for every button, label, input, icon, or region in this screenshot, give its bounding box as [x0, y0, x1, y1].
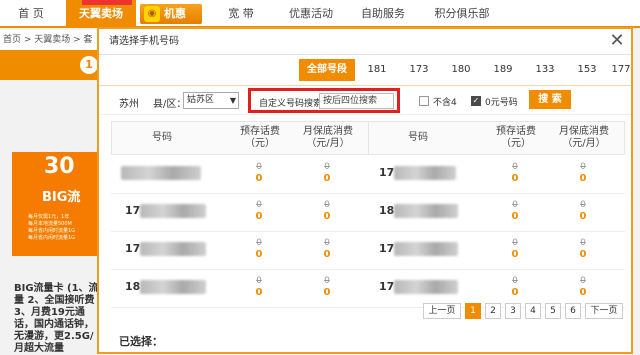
- prestore-left: 00: [255, 162, 263, 184]
- zero-yuan-label: 0元号码: [485, 98, 518, 108]
- minfee-left: 00: [323, 162, 331, 184]
- col-minfee-1: 月保底消费 （元/月）: [303, 126, 353, 149]
- promo-banner[interactable]: 30 BIG流 每月仅需1元，1年 每月本地流量500M 每月省内闲时流量1G …: [12, 152, 98, 256]
- pagination: 上一页 1 2 3 4 5 6 下一页: [99, 303, 631, 321]
- minfee-right: 00: [579, 200, 587, 222]
- tab-133[interactable]: 133: [527, 59, 563, 81]
- minfee-right: 00: [579, 276, 587, 298]
- page-5-button[interactable]: 5: [545, 303, 561, 319]
- minfee-left: 00: [323, 238, 331, 260]
- page-3-button[interactable]: 3: [505, 303, 521, 319]
- table-header: 号码 预存话费 （元） 月保底消费 （元/月） 号码 预存话费 （元） 月保底消…: [111, 121, 625, 155]
- step-band: 1: [0, 50, 100, 80]
- page-1-button[interactable]: 1: [465, 303, 481, 319]
- custom-search-box: 自定义号码搜索： 按后四位搜索: [248, 88, 400, 113]
- tab-181[interactable]: 181: [359, 59, 395, 81]
- top-nav: 首 页 天翼卖场 ◉ 机惠 宽 带 优惠活动 自助服务 积分俱乐部: [0, 0, 640, 28]
- prestore-right: 00: [511, 200, 519, 222]
- prestore-left: 00: [255, 238, 263, 260]
- table-row: 17 00 00 18 00 00: [111, 194, 625, 232]
- tab-177[interactable]: 177: [611, 59, 631, 81]
- phone-number-left[interactable]: 17: [125, 200, 207, 222]
- minfee-right: 00: [579, 162, 587, 184]
- wifi-icon: ◉: [144, 6, 160, 22]
- tab-all[interactable]: 全部号段: [299, 59, 355, 81]
- phone-number-left[interactable]: [121, 162, 201, 184]
- promo-banner-mid: BIG流: [42, 190, 81, 205]
- zero-yuan-checkbox[interactable]: ✓: [471, 96, 481, 106]
- breadcrumb: 首页 > 天翼卖场 > 套餐: [0, 30, 100, 65]
- tab-189[interactable]: 189: [485, 59, 521, 81]
- tab-173[interactable]: 173: [401, 59, 437, 81]
- selected-label: 已选择：: [119, 335, 163, 348]
- city-label: 苏州: [119, 99, 139, 110]
- district-select[interactable]: 姑苏区 ▼: [183, 92, 239, 109]
- prestore-right: 00: [511, 276, 519, 298]
- next-page-button[interactable]: 下一页: [585, 303, 623, 319]
- table-row: 17 00 00 17 00 00: [111, 232, 625, 270]
- nav-home[interactable]: 首 页: [8, 0, 54, 28]
- table-row: 00 00 17 00 00: [111, 156, 625, 194]
- col-minfee-2: 月保底消费 （元/月）: [559, 126, 609, 149]
- phone-number-left[interactable]: 17: [125, 238, 207, 260]
- phone-number-right[interactable]: 17: [379, 162, 457, 184]
- prev-page-button[interactable]: 上一页: [423, 303, 461, 319]
- nav-hot-badge: [82, 0, 132, 5]
- district-label: 县/区：: [153, 99, 187, 110]
- nav-points-club[interactable]: 积分俱乐部: [424, 0, 500, 28]
- chevron-down-icon: ▼: [229, 96, 236, 105]
- minfee-left: 00: [323, 200, 331, 222]
- promo-banner-big: 30: [44, 154, 75, 179]
- nav-broadband[interactable]: 宽 带: [216, 0, 266, 28]
- modal-title: 请选择手机号码: [99, 29, 631, 55]
- nav-self-service[interactable]: 自助服务: [352, 0, 414, 28]
- prestore-left: 00: [255, 276, 263, 298]
- promo-description: BIG流量卡 (1、流量 2、全国接听费 3、月费19元通话，国内通话钟，无漫游…: [14, 283, 99, 354]
- masked-number: [394, 204, 459, 218]
- page-6-button[interactable]: 6: [565, 303, 581, 319]
- prestore-left: 00: [255, 200, 263, 222]
- phone-number-right[interactable]: 17: [379, 276, 459, 298]
- nav-promotions[interactable]: 优惠活动: [280, 0, 342, 28]
- minfee-right: 00: [579, 238, 587, 260]
- jihui-logo[interactable]: ◉ 机惠: [140, 4, 202, 24]
- masked-number: [394, 280, 459, 294]
- col-number-1: 号码: [152, 132, 172, 143]
- phone-number-right[interactable]: 18: [379, 200, 459, 222]
- masked-number: [394, 242, 459, 256]
- masked-number: [140, 280, 207, 294]
- step-number: 1: [80, 56, 98, 74]
- masked-number: [140, 242, 207, 256]
- no4-checkbox[interactable]: [419, 96, 429, 106]
- minfee-left: 00: [323, 276, 331, 298]
- no4-label: 不含4: [433, 98, 457, 108]
- col-number-2: 号码: [408, 132, 428, 143]
- filter-bar: 苏州 县/区： 姑苏区 ▼ 自定义号码搜索： 按后四位搜索 不含4 ✓ 0元号码…: [99, 85, 631, 115]
- custom-search-input[interactable]: 按后四位搜索: [319, 93, 394, 109]
- district-value: 姑苏区: [187, 95, 215, 105]
- phone-number-right[interactable]: 17: [379, 238, 459, 260]
- close-icon[interactable]: ✕: [607, 31, 627, 51]
- tab-153[interactable]: 153: [569, 59, 605, 81]
- masked-number: [394, 166, 457, 180]
- number-picker-modal: 请选择手机号码 ✕ 全部号段 181 173 180 189 133 153 1…: [97, 27, 633, 354]
- search-button[interactable]: 搜 索: [529, 90, 571, 109]
- page-4-button[interactable]: 4: [525, 303, 541, 319]
- promo-banner-small: 每月仅需1元，1年 每月本地流量500M 每月省内闲时流量1G 每月省内闲时流量…: [28, 214, 76, 241]
- masked-number: [140, 204, 207, 218]
- page-2-button[interactable]: 2: [485, 303, 501, 319]
- masked-number: [121, 166, 201, 180]
- prestore-right: 00: [511, 238, 519, 260]
- phone-number-left[interactable]: 18: [125, 276, 207, 298]
- prestore-right: 00: [511, 162, 519, 184]
- logo-text: 机惠: [164, 7, 186, 20]
- tab-180[interactable]: 180: [443, 59, 479, 81]
